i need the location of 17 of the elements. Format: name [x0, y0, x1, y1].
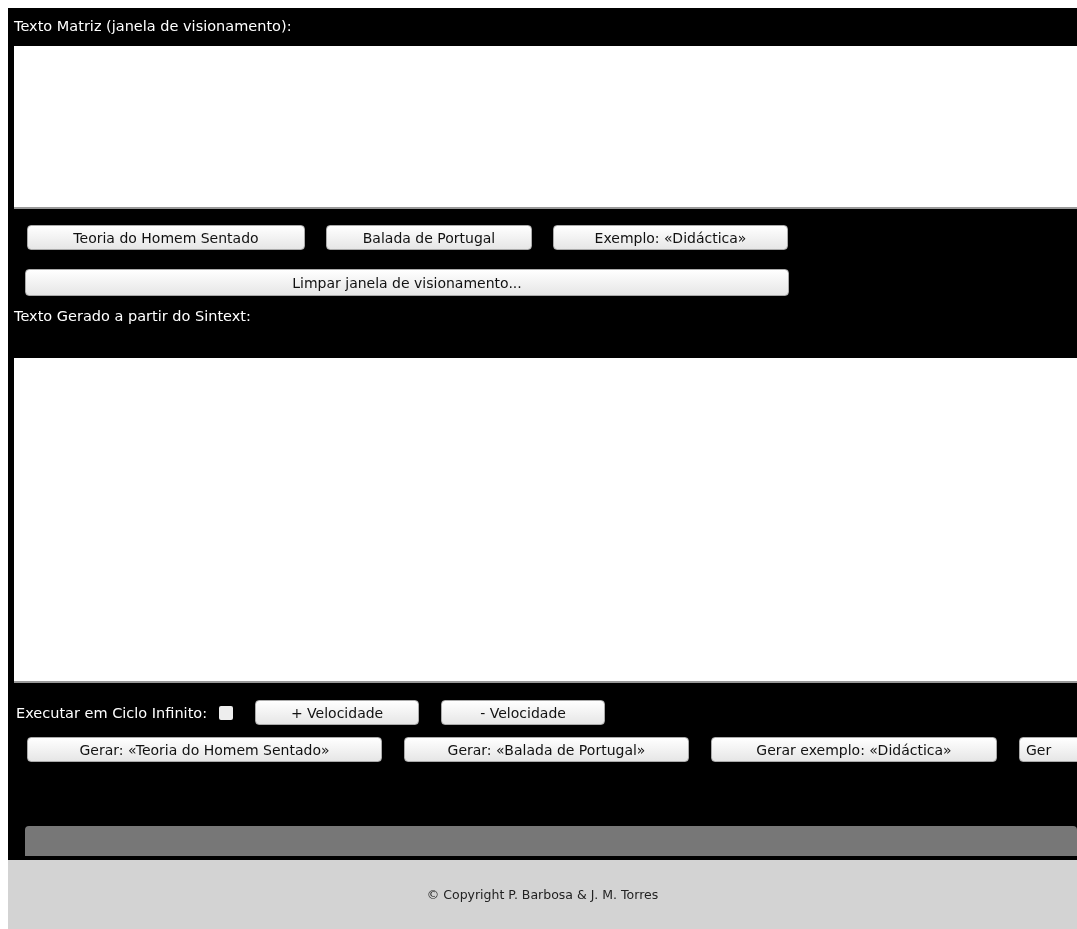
section-label: Texto Gerado a partir do Sintext: — [13, 308, 252, 326]
generate-button[interactable]: Ger — [1019, 737, 1077, 762]
text-area[interactable] — [14, 46, 1077, 209]
text-area[interactable] — [14, 358, 1077, 683]
generate-button[interactable]: Gerar exemplo: «Didáctica» — [711, 737, 997, 762]
text-button[interactable]: Exemplo: «Didáctica» — [553, 225, 788, 250]
loop-checkbox[interactable] — [219, 705, 234, 720]
section-label: Texto Matriz (janela de visionamento): — [13, 18, 293, 36]
generate-button[interactable]: Gerar: «Teoria do Homem Sentado» — [27, 737, 382, 762]
text-button[interactable]: Teoria do Homem Sentado — [27, 225, 305, 250]
generate-button[interactable]: Gerar: «Balada de Portugal» — [404, 737, 689, 762]
loop-label: Executar em Ciclo Infinito: — [16, 704, 208, 721]
text-button[interactable]: Balada de Portugal — [326, 225, 532, 250]
speed-button[interactable]: - Velocidade — [441, 700, 606, 725]
copyright-text: © Copyright P. Barbosa & J. M. Torres — [426, 887, 659, 902]
speed-button[interactable]: + Velocidade — [255, 700, 420, 725]
clear-button[interactable]: Limpar janela de visionamento... — [25, 269, 789, 296]
